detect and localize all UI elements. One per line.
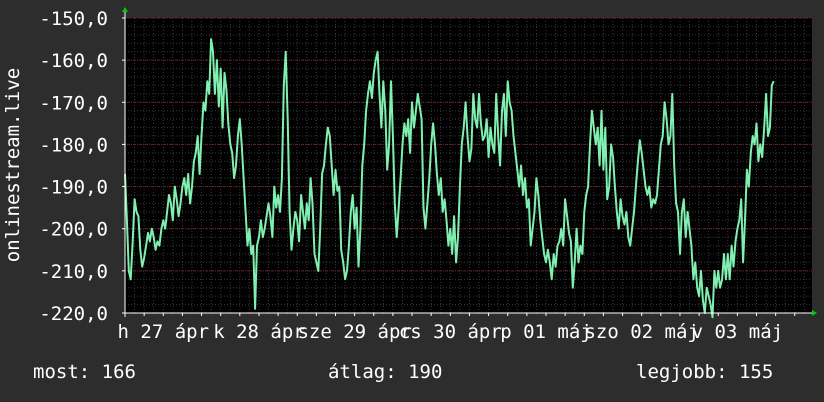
y-tick-labels: -150,0 -160,0 -170,0 -180,0 -190,0 -200,0 -210…: [39, 8, 108, 325]
y-tick-label: -160,0: [39, 50, 108, 72]
y-tick-label: -190,0: [39, 177, 108, 199]
y-tick-label: -150,0: [39, 8, 108, 30]
y-tick-label: -180,0: [39, 134, 108, 156]
current-value: most: 166: [33, 361, 136, 383]
y-tick-label: -200,0: [39, 219, 108, 241]
x-tick-label: cs 30 ápr: [399, 321, 502, 343]
y-tick-label: -210,0: [39, 261, 108, 283]
x-tick-label: sze 29 ápr: [297, 321, 411, 343]
x-axis-arrow: [812, 310, 817, 316]
average-value: átlag: 190: [328, 361, 443, 383]
x-tick-label: h 27 ápr: [118, 321, 210, 343]
x-tick-label: szo 02 máj: [584, 321, 698, 343]
y-axis-label: onlinestream.live: [2, 68, 24, 262]
y-tick-label: -220,0: [39, 303, 108, 325]
x-tick-label: p 01 máj: [500, 321, 592, 343]
x-tick-label: v 03 máj: [692, 321, 784, 343]
x-tick-labels: h 27 ápr k 28 áprsze 29 áprcs 30 áprp 01 …: [118, 321, 784, 343]
line-chart: -150,0 -160,0 -170,0 -180,0 -190,0 -200,0 -210…: [2, 7, 817, 343]
y-tick-label: -170,0: [39, 92, 108, 114]
best-value: legjobb: 155: [636, 361, 774, 383]
chart-panel: -150,0 -160,0 -170,0 -180,0 -190,0 -200,0 -210…: [0, 0, 824, 402]
y-axis-arrow: [122, 7, 128, 12]
x-tick-label: k 28 ápr: [213, 321, 305, 343]
